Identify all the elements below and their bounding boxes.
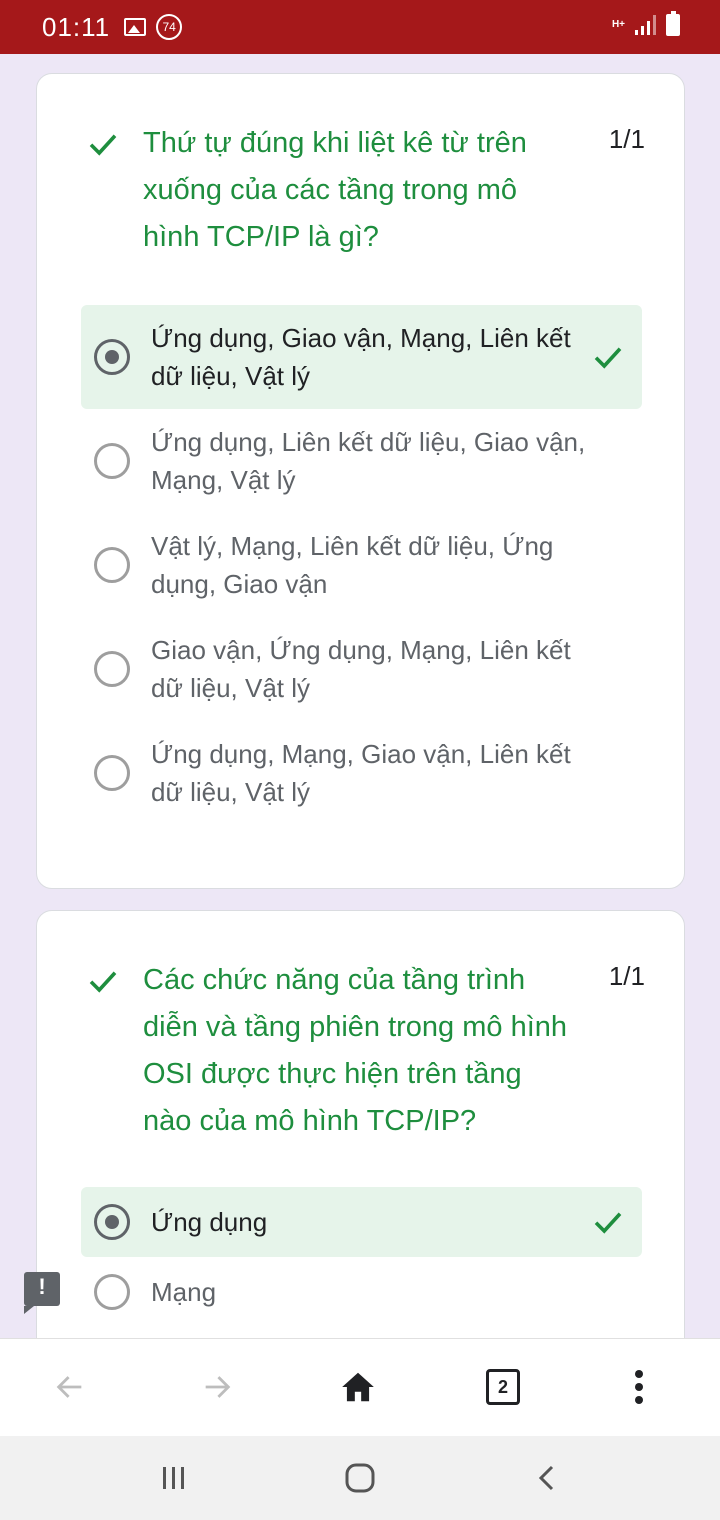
status-time: 01:11 <box>42 11 111 42</box>
menu-button[interactable] <box>615 1363 663 1411</box>
home-icon <box>342 1372 374 1402</box>
answer-option-label: Mạng <box>151 1277 217 1307</box>
answer-option[interactable]: Ứng dụng <box>81 1187 642 1257</box>
answer-option-label: Giao vận, Ứng dụng, Mạng, Liên kết dữ li… <box>151 635 571 703</box>
correct-check-icon <box>89 971 117 993</box>
question-card: Thứ tự đúng khi liệt kê từ trên xuống củ… <box>36 73 685 889</box>
forward-icon <box>205 1376 231 1398</box>
correct-check-icon <box>89 134 117 156</box>
back-icon <box>56 1376 82 1398</box>
system-nav-bar <box>0 1436 720 1520</box>
radio-button[interactable] <box>94 443 130 479</box>
status-system-icons: H+ <box>611 11 680 36</box>
network-type-icon: H+ <box>611 19 625 30</box>
recent-apps-icon <box>163 1467 184 1489</box>
tab-switcher-button[interactable]: 2 <box>479 1363 527 1411</box>
radio-button[interactable] <box>94 1274 130 1310</box>
recent-apps-button[interactable] <box>152 1458 196 1498</box>
radio-button[interactable] <box>94 755 130 791</box>
radio-button[interactable] <box>94 651 130 687</box>
feedback-icon[interactable]: ! <box>24 1272 60 1314</box>
answer-option[interactable]: Ứng dụng, Mạng, Giao vận, Liên kết dữ li… <box>81 721 642 825</box>
battery-icon <box>666 11 680 36</box>
answer-option[interactable]: Giao vận, Ứng dụng, Mạng, Liên kết dữ li… <box>81 617 642 721</box>
back-nav-icon <box>538 1465 554 1491</box>
image-icon <box>124 18 147 36</box>
answer-option[interactable]: Vật lý, Mạng, Liên kết dữ liệu, Ứng dụng… <box>81 513 642 617</box>
question-text: Thứ tự đúng khi liệt kê từ trên xuống củ… <box>143 127 527 253</box>
tab-count: 2 <box>486 1369 520 1405</box>
question-text: Các chức năng của tầng trình diễn và tần… <box>143 964 568 1137</box>
correct-check-icon <box>594 1212 622 1234</box>
back-nav-button[interactable] <box>526 1458 570 1498</box>
question-score: 1/1 <box>608 961 645 991</box>
radio-button-checked[interactable] <box>94 1204 130 1240</box>
browser-toolbar: 2 <box>0 1338 720 1436</box>
radio-button[interactable] <box>94 547 130 583</box>
answer-option[interactable]: Mạng <box>81 1257 642 1327</box>
answer-option-label: Ứng dụng <box>151 1207 268 1237</box>
signal-icon <box>635 15 656 35</box>
answer-option[interactable]: Ứng dụng, Liên kết dữ liệu, Giao vận, Mạ… <box>81 409 642 513</box>
back-button[interactable] <box>46 1363 94 1411</box>
counter-badge-icon: 74 <box>156 14 183 40</box>
correct-check-icon <box>594 347 622 369</box>
status-notification-icons: 74 <box>124 14 183 40</box>
answer-option-label: Ứng dụng, Liên kết dữ liệu, Giao vận, Mạ… <box>151 427 586 495</box>
home-nav-icon <box>345 1463 375 1493</box>
home-nav-button[interactable] <box>338 1458 382 1498</box>
answer-option[interactable]: Ứng dụng, Giao vận, Mạng, Liên kết dữ li… <box>81 305 642 409</box>
forward-button[interactable] <box>193 1363 241 1411</box>
answer-option-label: Ứng dụng, Giao vận, Mạng, Liên kết dữ li… <box>151 323 571 391</box>
radio-button-checked[interactable] <box>94 339 130 375</box>
home-button[interactable] <box>334 1363 382 1411</box>
menu-icon <box>635 1370 643 1404</box>
question-card: Các chức năng của tầng trình diễn và tần… <box>36 910 685 1410</box>
status-bar: 01:11 74 H+ <box>0 0 720 54</box>
question-score: 1/1 <box>608 124 645 154</box>
answer-option-label: Ứng dụng, Mạng, Giao vận, Liên kết dữ li… <box>151 739 571 807</box>
answer-option-label: Vật lý, Mạng, Liên kết dữ liệu, Ứng dụng… <box>151 531 554 599</box>
